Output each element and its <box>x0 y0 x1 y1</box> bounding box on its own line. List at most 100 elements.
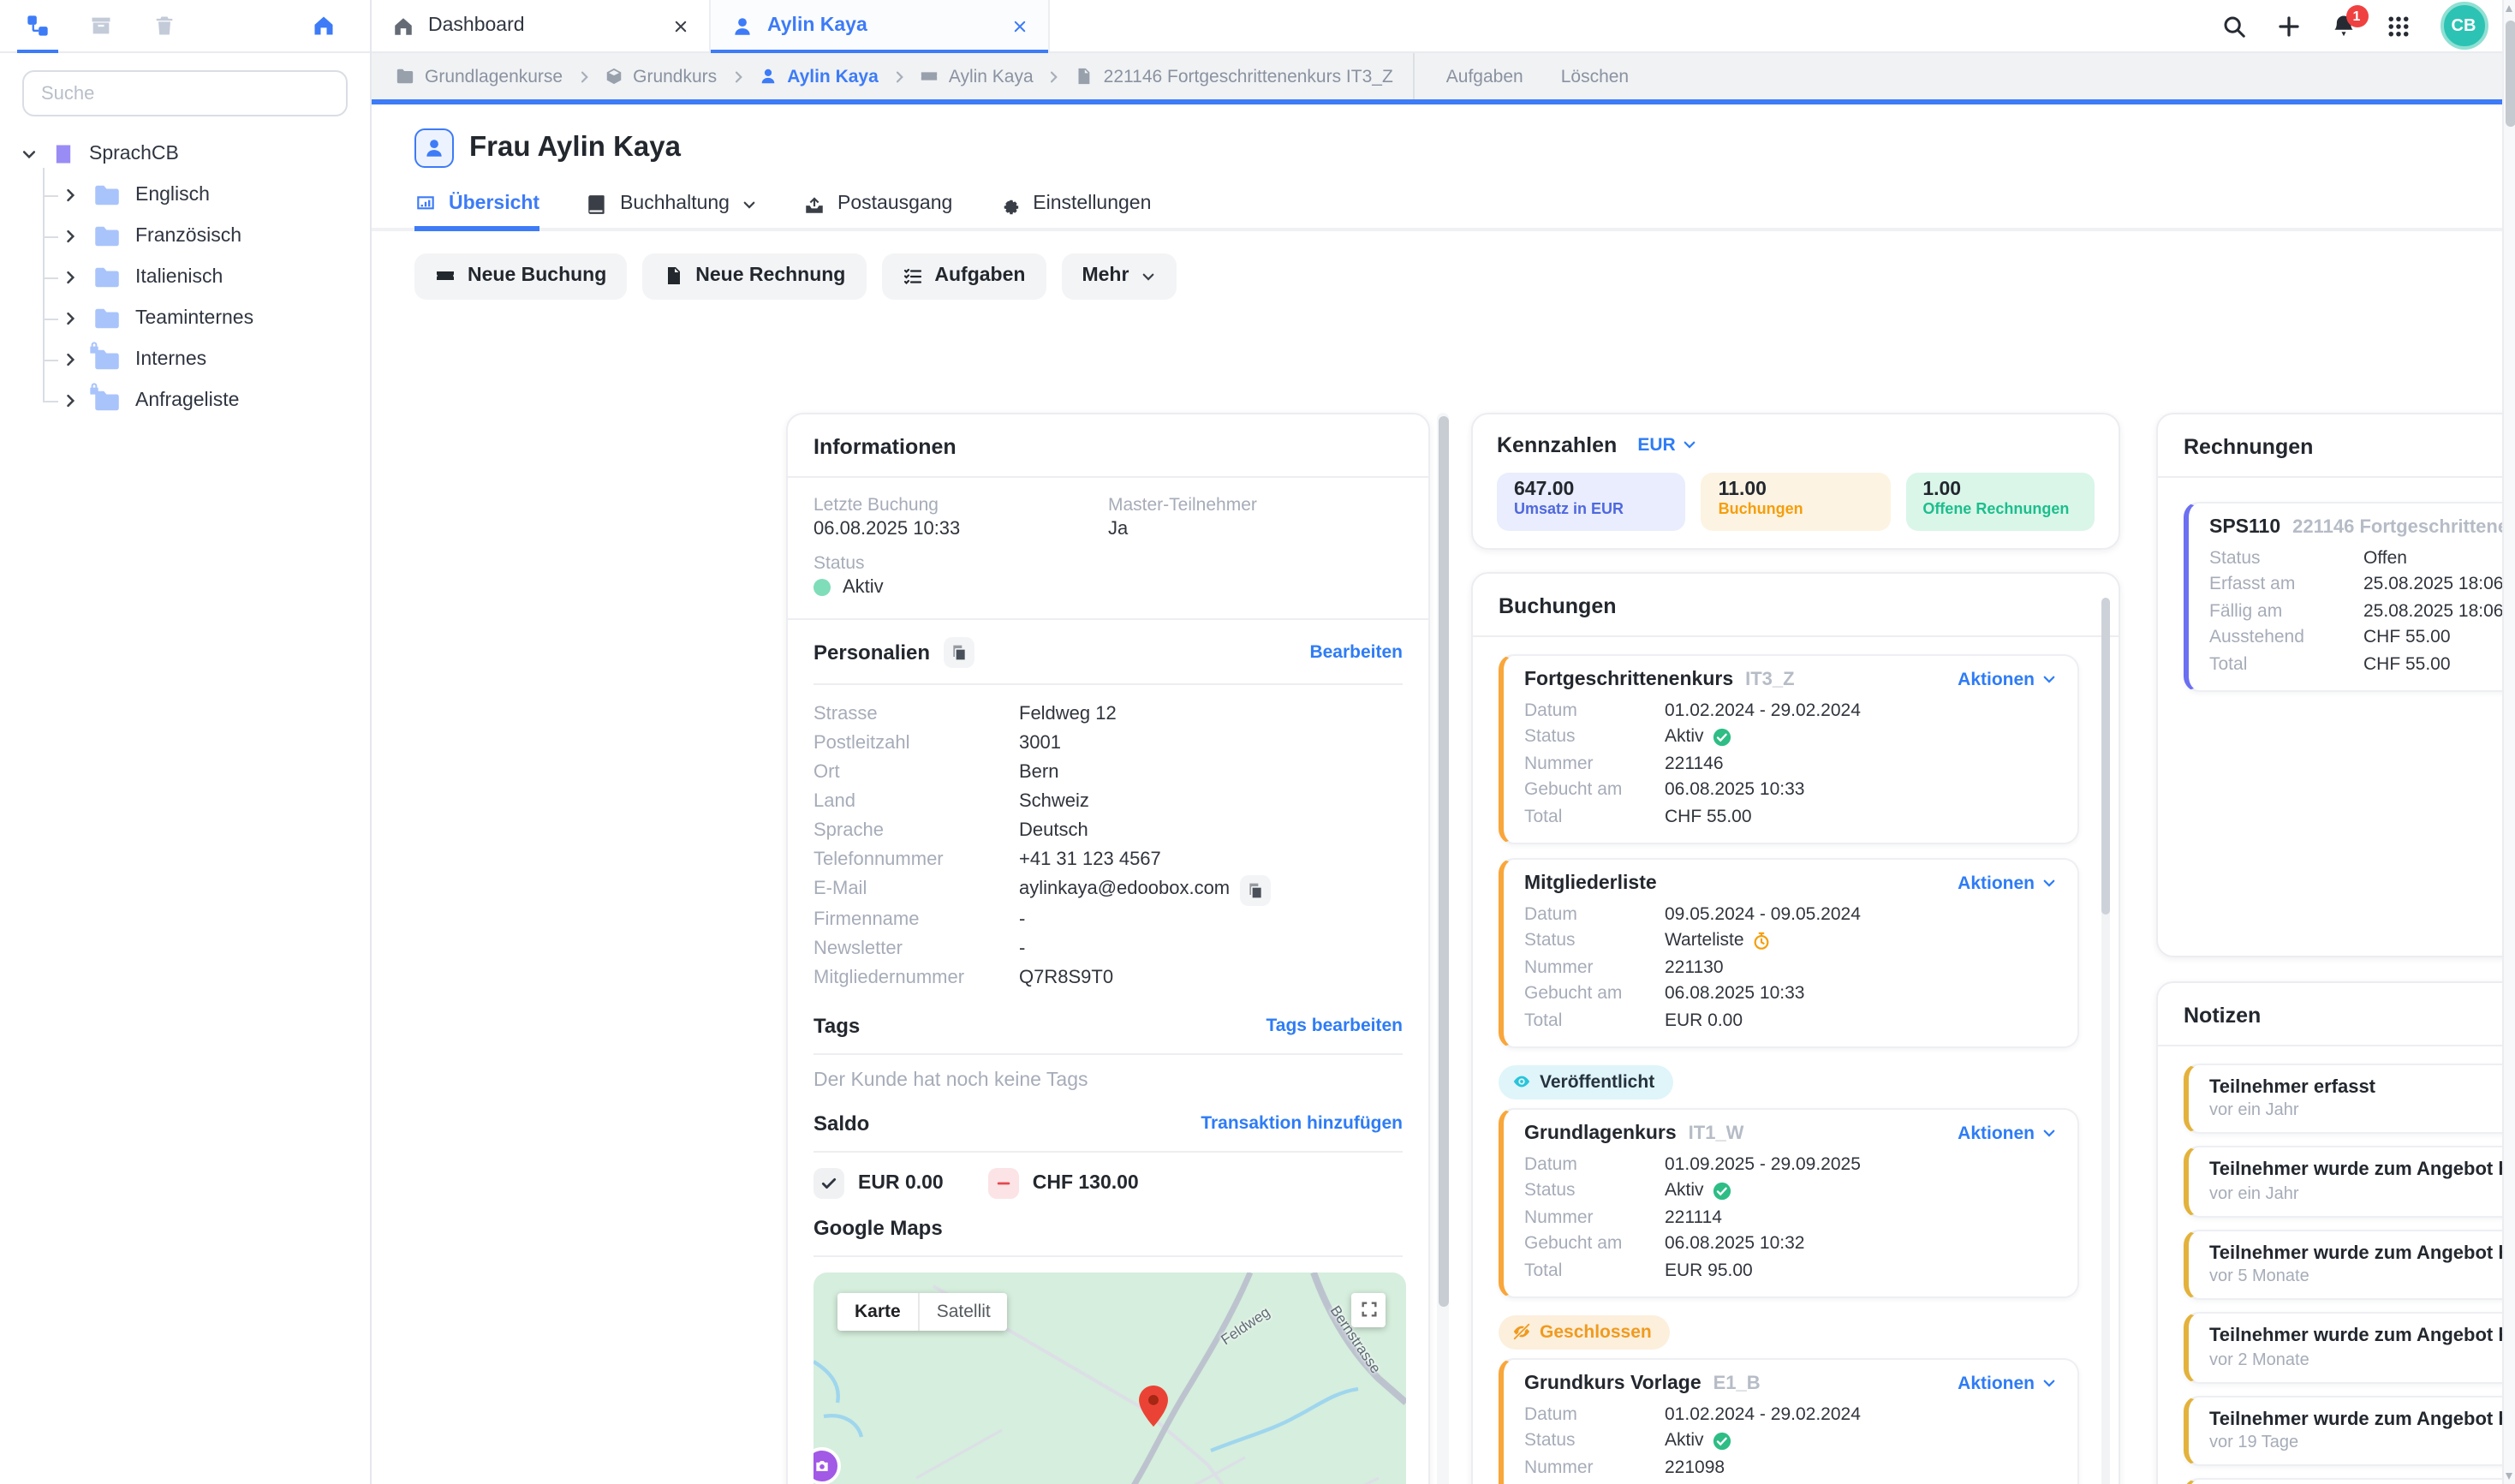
bearbeiten-link[interactable]: Bearbeiten <box>1309 641 1403 662</box>
sidebar-item-internes[interactable]: Internes <box>27 339 353 380</box>
apps-grid-icon[interactable] <box>2385 13 2411 39</box>
aktionen-dropdown[interactable]: Aktionen <box>1958 873 2057 893</box>
copy-icon[interactable] <box>1240 874 1271 905</box>
scrollbar-thumb[interactable] <box>2505 21 2515 127</box>
mehr-button[interactable]: Mehr <box>1061 253 1177 299</box>
transaktion-hinzufuegen-link[interactable]: Transaktion hinzufügen <box>1201 1112 1403 1133</box>
person-icon <box>758 67 777 86</box>
tab-buchhaltung[interactable]: Buchhaltung <box>586 193 757 230</box>
loeschen-label: Löschen <box>1561 66 1629 86</box>
folder-icon <box>396 67 414 86</box>
invoice-card[interactable]: SPS110 221146 Fortgeschrittenenkurs IT3_… <box>2184 501 2515 691</box>
booking-card[interactable]: Mitgliederliste Aktionen Datum09.05.2024… <box>1499 857 2079 1047</box>
row-value: Bern <box>1019 758 1403 787</box>
add-icon[interactable] <box>2275 13 2301 39</box>
outbox-icon <box>803 193 825 215</box>
note-item[interactable]: Teilnehmer wurde zum Angebot hinzugefügt… <box>2184 1395 2515 1466</box>
tree-view-icon[interactable] <box>24 13 50 39</box>
neue-rechnung-button[interactable]: Neue Rechnung <box>642 253 866 299</box>
scroll-down-arrow[interactable] <box>2506 1472 2512 1479</box>
breadcrumb-aylin-kaya-person[interactable]: Aylin Kaya <box>758 66 879 86</box>
sidebar-item-franzoesisch[interactable]: Französisch <box>27 216 353 257</box>
chevron-right-icon[interactable] <box>62 351 79 368</box>
folder-icon <box>94 185 120 206</box>
sidebar: SprachCB Englisch Französisch <box>0 0 372 1484</box>
note-item[interactable]: Teilnehmer wurde zum Angebot hinzugefügt… <box>2184 1146 2515 1217</box>
aktionen-dropdown[interactable]: Aktionen <box>1958 1123 2057 1143</box>
scrollbar-thumb[interactable] <box>2101 597 2110 914</box>
chevron-right-icon[interactable] <box>62 310 79 327</box>
avatar[interactable]: CB <box>2440 2 2488 50</box>
folder-icon <box>94 308 120 329</box>
satellit-button[interactable]: Satellit <box>918 1292 1008 1330</box>
tags-bearbeiten-link[interactable]: Tags bearbeiten <box>1266 1015 1404 1035</box>
row-value: Feldweg 12 <box>1019 700 1403 729</box>
close-icon[interactable] <box>1012 18 1028 33</box>
button-label: Aufgaben <box>934 265 1025 286</box>
column-scrollbar[interactable] <box>1437 412 1449 1484</box>
booking-card[interactable]: Grundlagenkurs IT1_W Aktionen Datum01.09… <box>1499 1107 2079 1297</box>
close-icon[interactable] <box>673 18 688 33</box>
sidebar-active-indicator <box>17 50 58 53</box>
breadcrumb-grundkurs[interactable]: Grundkurs <box>604 66 717 86</box>
aktionen-dropdown[interactable]: Aktionen <box>1958 1373 2057 1393</box>
tab-einstellungen[interactable]: Einstellungen <box>998 193 1151 230</box>
sidebar-toolbar <box>0 0 370 53</box>
tab-postausgang[interactable]: Postausgang <box>803 193 952 230</box>
chevron-right-icon[interactable] <box>62 187 79 204</box>
chevron-right-icon[interactable] <box>62 392 79 409</box>
search-icon[interactable] <box>2220 13 2246 39</box>
scroll-up-arrow[interactable] <box>2506 5 2512 12</box>
note-item[interactable]: Teilnehmer wurde zum Angebot hinzugefügt… <box>2184 1229 2515 1300</box>
tab-aylin-kaya[interactable]: Aylin Kaya <box>711 0 1050 51</box>
panel-scrollbar[interactable] <box>2101 597 2110 1484</box>
archive-icon[interactable] <box>87 13 113 39</box>
aktionen-dropdown[interactable]: Aktionen <box>1958 669 2057 689</box>
scrollbar-thumb[interactable] <box>1438 415 1448 1306</box>
booking-card[interactable]: Grundkurs Vorlage E1_B Aktionen Datum01.… <box>1499 1357 2079 1484</box>
invoice-name: 221146 Fortgeschrittenenkurs IT3_Z <box>2292 516 2515 537</box>
breadcrumb-kurs-221146[interactable]: 221146 Fortgeschrittenenkurs IT3_Z <box>1075 66 1393 86</box>
book-icon <box>586 193 608 215</box>
home-icon[interactable] <box>310 13 336 39</box>
tab-dashboard[interactable]: Dashboard <box>372 0 711 51</box>
fullscreen-icon[interactable] <box>1351 1292 1386 1326</box>
chevron-down-icon <box>742 196 757 212</box>
trash-icon[interactable] <box>151 13 176 39</box>
topbar-actions: 1 CB <box>2220 0 2515 51</box>
loeschen-action[interactable]: Löschen <box>1551 66 1629 86</box>
tab-uebersicht[interactable]: Übersicht <box>414 193 539 230</box>
sidebar-item-anfrageliste[interactable]: Anfrageliste <box>27 380 353 421</box>
kpi-buchungen: 11.00 Buchungen <box>1701 472 1891 530</box>
eye-off-icon <box>1512 1322 1531 1341</box>
booking-card[interactable]: Fortgeschrittenenkurs IT3_Z Aktionen Dat… <box>1499 653 2079 843</box>
breadcrumb-aylin-kaya-booking[interactable]: Aylin Kaya <box>920 66 1034 86</box>
chevron-right-icon[interactable] <box>62 269 79 286</box>
chevron-right-icon <box>730 69 744 83</box>
booking-list: Fortgeschrittenenkurs IT3_Z Aktionen Dat… <box>1499 653 2093 1484</box>
search-input[interactable] <box>22 70 348 116</box>
aufgaben-action[interactable]: Aufgaben <box>1436 66 1523 86</box>
currency-select[interactable]: EUR <box>1637 434 1697 455</box>
kpi-value: 647.00 <box>1514 479 1669 499</box>
tab-label: Aylin Kaya <box>767 15 867 36</box>
sidebar-item-teaminternes[interactable]: Teaminternes <box>27 298 353 339</box>
note-item[interactable]: Teilnehmer erfasst vor ein Jahr <box>2184 1063 2515 1134</box>
saldo-eur-chip: EUR 0.00 <box>814 1167 944 1198</box>
copy-icon[interactable] <box>944 636 974 667</box>
note-item[interactable]: Teilnehmer wurde zum Angebot hinzugefügt… <box>2184 1312 2515 1383</box>
notifications-bell-icon[interactable]: 1 <box>2330 13 2356 39</box>
karte-button[interactable]: Karte <box>837 1292 918 1330</box>
aufgaben-button[interactable]: Aufgaben <box>881 253 1046 299</box>
note-item[interactable]: Teilnehmer wurde zum Angebot hinzugefügt… <box>2184 1478 2515 1484</box>
window-scrollbar[interactable] <box>2501 0 2515 1484</box>
sidebar-item-englisch[interactable]: Englisch <box>27 175 353 216</box>
tree-root-sprachcb[interactable]: SprachCB <box>17 134 353 175</box>
sidebar-item-italienisch[interactable]: Italienisch <box>27 257 353 298</box>
overview-chart-icon <box>414 193 437 215</box>
chevron-down-icon[interactable] <box>21 146 38 163</box>
google-map[interactable]: Feldweg Bernstrasse Feldweg Karte Satell… <box>814 1272 1406 1484</box>
neue-buchung-button[interactable]: Neue Buchung <box>414 253 627 299</box>
breadcrumb-grundlagenkurse[interactable]: Grundlagenkurse <box>396 66 563 86</box>
chevron-right-icon[interactable] <box>62 228 79 245</box>
